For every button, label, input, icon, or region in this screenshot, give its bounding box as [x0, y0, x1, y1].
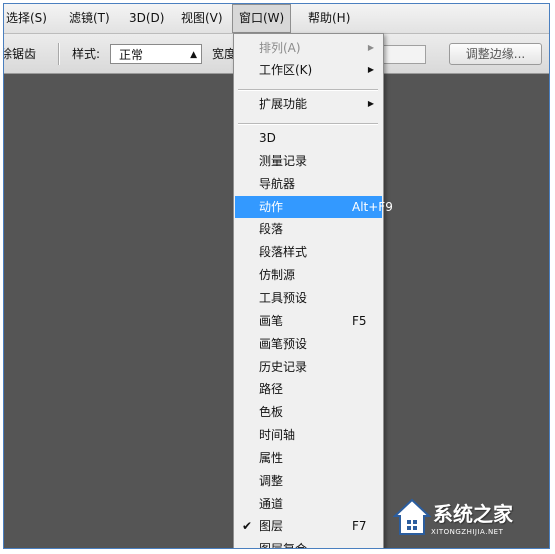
menu-item-7[interactable]: 工具预设 [235, 287, 382, 309]
style-select-value: 正常 [119, 48, 144, 62]
submenu-arrow-icon: ▶ [367, 99, 374, 108]
menu-item-label: 画笔 [259, 313, 284, 328]
menu-item-label: 导航器 [259, 176, 296, 191]
menu-item-label: 工具预设 [259, 290, 308, 305]
menu-item-label: 属性 [259, 450, 284, 465]
style-label: 样式: [72, 47, 101, 61]
menu-separator [238, 123, 378, 125]
menu-item-arrange[interactable]: 排列(A) ▶ [235, 37, 382, 59]
height-input[interactable] [382, 45, 426, 64]
select-arrows-icon: ▲ [190, 50, 197, 60]
menu-item-label: 通道 [259, 496, 284, 511]
checkmark-icon: ✔ [242, 519, 253, 534]
menu-item-label: 段落样式 [259, 245, 308, 260]
menu-item-1[interactable]: 测量记录 [235, 150, 382, 172]
menu-help[interactable]: 帮助(H) [302, 4, 356, 33]
menu-item-4[interactable]: 段落 [235, 218, 382, 240]
menu-item-label: 3D [259, 131, 276, 145]
menu-item-10[interactable]: 历史记录 [235, 356, 382, 378]
menu-item-label: 段落 [259, 222, 284, 237]
menu-filter[interactable]: 滤镜(T) [63, 4, 116, 33]
menu-item-shortcut: Alt+F9 [352, 199, 393, 214]
menu-item-13[interactable]: 时间轴 [235, 424, 382, 446]
photoshop-window: 选择(S) 滤镜(T) 3D(D) 视图(V) 窗口(W) 帮助(H) 除锯齿 … [3, 3, 550, 549]
menu-item-label: 色板 [259, 405, 284, 420]
menu-item-label: 历史记录 [259, 359, 308, 374]
menu-item-5[interactable]: 段落样式 [235, 241, 382, 263]
antialias-label[interactable]: 除锯齿 [4, 34, 36, 74]
menu-3d[interactable]: 3D(D) [123, 4, 170, 33]
submenu-arrow-icon: ▶ [367, 65, 374, 74]
watermark-title: 系统之家 [433, 502, 513, 526]
menu-item-label: 画笔预设 [259, 336, 308, 351]
menu-item-label: 仿制源 [259, 268, 296, 283]
options-divider [58, 43, 60, 65]
menu-select[interactable]: 选择(S) [4, 4, 53, 33]
window-menu-dropdown: 排列(A) ▶ 工作区(K) ▶ 扩展功能 ▶ 3D 测量记录导航器动作 Alt+F… [233, 33, 393, 548]
menu-item-3[interactable]: 动作 Alt+F9 [235, 195, 393, 218]
menu-item-18[interactable]: 图层复合 [235, 538, 382, 548]
menu-item-17[interactable]: ✔ 图层 F7 [235, 515, 382, 537]
menu-item-label: 图层 [259, 519, 284, 534]
menu-item-8[interactable]: 画笔 F5 [235, 310, 382, 332]
menu-item-workspace[interactable]: 工作区(K) ▶ [235, 59, 382, 81]
menu-item-9[interactable]: 画笔预设 [235, 333, 382, 355]
submenu-arrow-icon: ▶ [367, 43, 374, 52]
menu-item-label: 路径 [259, 382, 284, 397]
menu-item-12[interactable]: 色板 [235, 401, 382, 423]
menu-item-extensions[interactable]: 扩展功能 ▶ [235, 93, 382, 115]
menu-window[interactable]: 窗口(W) [232, 4, 292, 33]
menu-item-shortcut: F5 [352, 313, 367, 328]
refine-edge-button[interactable]: 调整边缘... [449, 43, 542, 65]
menu-item-15[interactable]: 调整 [235, 470, 382, 492]
menu-item-6[interactable]: 仿制源 [235, 264, 382, 286]
menu-item-label: 测量记录 [259, 153, 308, 168]
menu-item-14[interactable]: 属性 [235, 447, 382, 469]
menu-item-shortcut: F7 [352, 519, 367, 534]
style-select[interactable]: 正常 ▲ [110, 44, 202, 64]
menu-bar: 选择(S) 滤镜(T) 3D(D) 视图(V) 窗口(W) 帮助(H) [4, 4, 549, 34]
watermark-logo: 系统之家 XITONGZHIJIA.NET [393, 496, 543, 542]
menu-item-label: 调整 [259, 473, 284, 488]
menu-item-2[interactable]: 导航器 [235, 173, 382, 195]
menu-item-16[interactable]: 通道 [235, 493, 382, 515]
watermark-url: XITONGZHIJIA.NET [431, 528, 504, 536]
menu-item-label: 图层复合 [259, 538, 307, 548]
menu-view[interactable]: 视图(V) [175, 4, 229, 33]
menu-item-0[interactable]: 3D [235, 127, 382, 149]
menu-item-label: 动作 [259, 199, 284, 214]
menu-item-11[interactable]: 路径 [235, 378, 382, 400]
menu-item-label: 时间轴 [259, 428, 296, 443]
house-logo-icon [393, 498, 431, 535]
menu-separator [238, 89, 378, 91]
